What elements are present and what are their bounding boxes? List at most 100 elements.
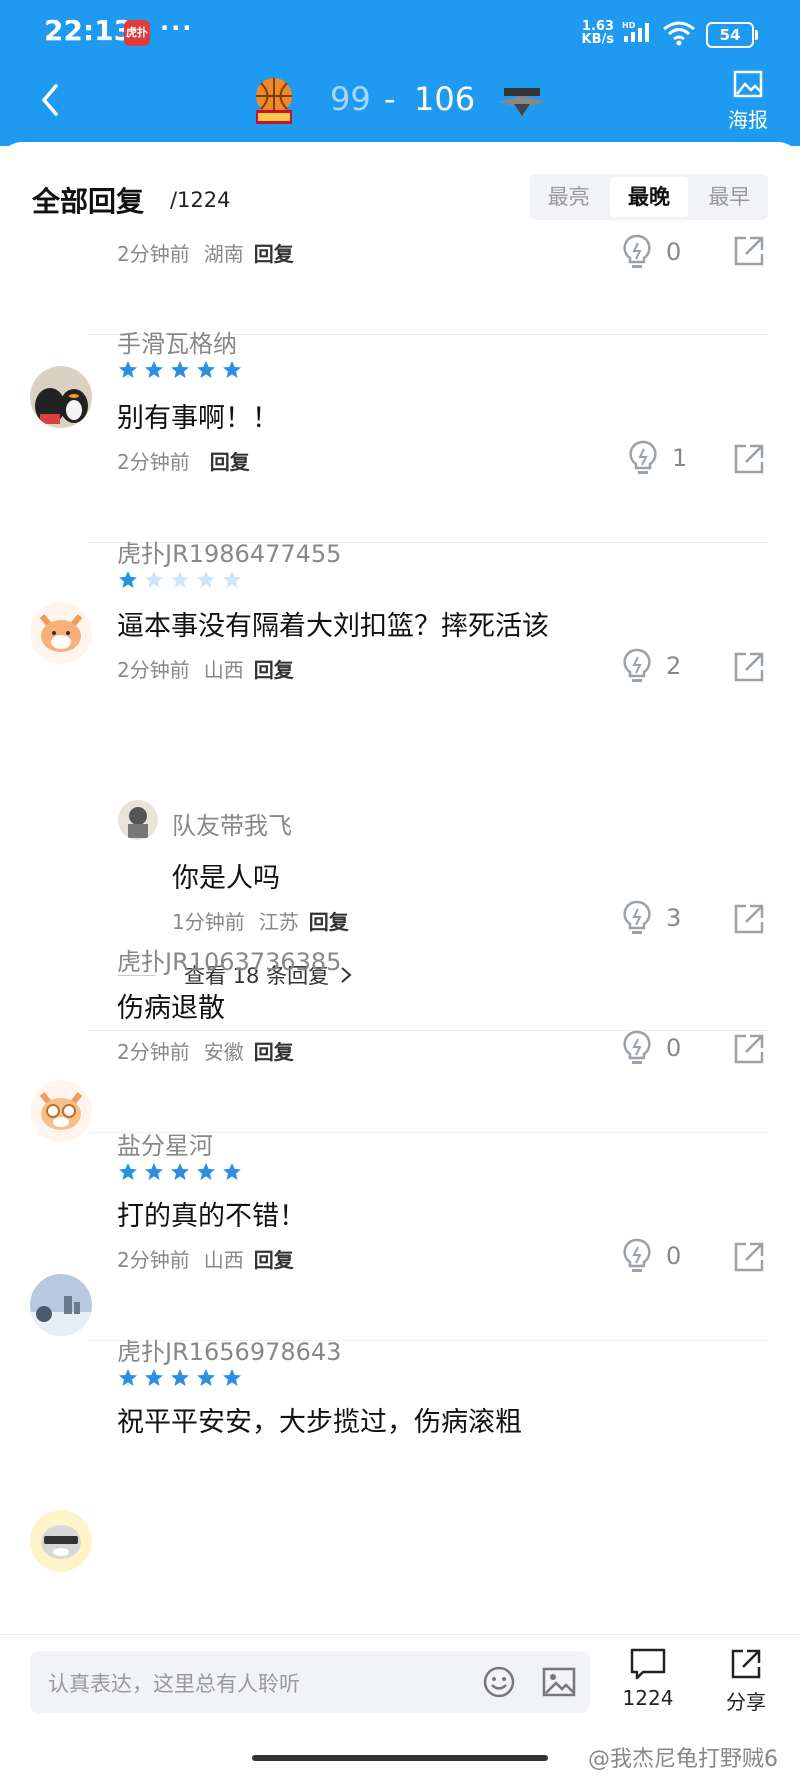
light-count: 0 (666, 1242, 682, 1270)
emoji-icon[interactable] (482, 1665, 516, 1699)
light-count: 1 (672, 444, 688, 472)
username[interactable]: 虎扑JR1656978643 (117, 1332, 341, 1367)
star-icon (145, 1369, 163, 1386)
comment-time: 2分钟前 (117, 242, 190, 266)
comment-meta: 2分钟前 山西 回复 (117, 654, 294, 683)
reply-button[interactable]: 回复 (254, 242, 294, 266)
comments-count-button[interactable]: 1224 (618, 1647, 678, 1710)
lightbulb-icon (623, 648, 651, 682)
tab-brightest[interactable]: 最亮 (530, 174, 607, 220)
avatar-fox-icon (30, 602, 92, 664)
share-icon (731, 1649, 761, 1679)
score-separator: - (384, 80, 396, 118)
light-count: 0 (666, 1034, 682, 1062)
battery-icon: 54 (706, 22, 758, 48)
star-icon (145, 1163, 163, 1180)
star-rating (118, 360, 242, 380)
comment-meta: 2分钟前 安徽 回复 (117, 1036, 294, 1065)
status-time: 22:13 (44, 14, 134, 47)
avatar[interactable] (30, 1510, 92, 1572)
reply-button[interactable]: 回复 (210, 450, 250, 474)
comment-text: 伤病退散 (117, 993, 225, 1024)
star-icon (145, 571, 163, 588)
poster-image-icon (733, 70, 763, 98)
light-button[interactable]: 0 (622, 1030, 681, 1066)
avatar[interactable] (30, 602, 92, 664)
avatar-glasses-fox-icon (30, 1080, 92, 1142)
star-icon (223, 1163, 241, 1180)
sub-reply-text: 你是人吗 (172, 863, 280, 894)
share-icon[interactable] (732, 902, 766, 936)
tab-latest[interactable]: 最晚 (610, 177, 688, 217)
comment-location: 山西 (203, 1248, 244, 1272)
comment-location: 湖南 (203, 242, 244, 266)
share-icon[interactable] (732, 650, 766, 684)
comment-time: 2分钟前 (117, 1248, 190, 1272)
share-icon[interactable] (732, 442, 766, 476)
back-arrow-icon[interactable] (36, 80, 66, 120)
network-speed: 1.63 KB/s (578, 20, 614, 46)
star-icon (119, 1369, 137, 1386)
tab-earliest[interactable]: 最早 (691, 174, 768, 220)
share-icon[interactable] (732, 234, 766, 268)
star-icon (197, 1163, 215, 1180)
reply-button[interactable]: 回复 (254, 1248, 294, 1272)
sub-reply-username[interactable]: 队友带我飞 (172, 806, 292, 841)
home-score: 99 (330, 80, 371, 118)
comments-count: 1224 (622, 1686, 674, 1710)
light-button[interactable]: 1 (628, 440, 687, 476)
username[interactable]: 盐分星河 (117, 1126, 213, 1161)
light-button[interactable]: 0 (622, 234, 681, 270)
signal-icon: HD (622, 21, 649, 42)
avatar-sketch-icon (118, 800, 158, 840)
home-indicator[interactable] (252, 1755, 548, 1761)
avatar[interactable] (30, 1274, 92, 1336)
avatar[interactable] (30, 366, 92, 428)
star-icon (197, 571, 215, 588)
share-icon[interactable] (732, 1032, 766, 1066)
light-count: 0 (666, 238, 682, 266)
comment-input[interactable]: 认真表达，这里总有人聆听 (30, 1651, 590, 1713)
username[interactable]: 手滑瓦格纳 (117, 324, 237, 359)
star-icon (197, 361, 215, 378)
reply-button[interactable]: 回复 (309, 910, 349, 934)
star-icon (223, 1369, 241, 1386)
star-icon (171, 571, 189, 588)
sub-reply-avatar[interactable] (118, 800, 158, 840)
away-score: 106 (414, 80, 476, 118)
top-bar: 22:13 虎扑 ··· 1.63 KB/s HD 54 99 - 106 海报 (0, 0, 800, 146)
share-label: 分享 (726, 1690, 766, 1714)
comment-text: 别有事啊！！ (117, 403, 279, 434)
image-icon[interactable] (542, 1667, 576, 1697)
avatar[interactable] (30, 1080, 92, 1142)
username[interactable]: 虎扑JR1063736385 (117, 942, 341, 977)
light-button[interactable]: 0 (622, 1238, 681, 1274)
reply-button[interactable]: 回复 (254, 658, 294, 682)
poster-label: 海报 (728, 108, 768, 132)
poster-button[interactable]: 海报 (718, 70, 778, 132)
share-button[interactable]: 分享 (716, 1647, 776, 1715)
light-button[interactable]: 2 (622, 648, 681, 684)
username[interactable]: 虎扑JR1986477455 (117, 534, 341, 569)
star-icon (119, 571, 137, 588)
bottom-bar: 认真表达，这里总有人聆听 1224 分享 @我杰尼龟打野贼6 (0, 1634, 800, 1779)
hupu-app-badge-icon: 虎扑 (124, 20, 150, 46)
star-icon (197, 1369, 215, 1386)
reply-button[interactable]: 回复 (254, 1040, 294, 1064)
light-button[interactable]: 3 (622, 900, 681, 936)
watermark: @我杰尼龟打野贼6 (588, 1747, 778, 1772)
wifi-icon (663, 21, 695, 46)
comment-location: 安徽 (203, 1040, 244, 1064)
share-icon[interactable] (732, 1240, 766, 1274)
star-icon (119, 361, 137, 378)
comment-meta: 2分钟前 湖南 回复 (117, 238, 294, 267)
comment-location: 山西 (203, 658, 244, 682)
star-icon (171, 1163, 189, 1180)
home-team-logo-icon (256, 78, 292, 124)
star-icon (145, 361, 163, 378)
sub-reply-meta: 1分钟前 江苏 回复 (172, 906, 349, 935)
comment-bubble-icon (630, 1648, 666, 1680)
star-icon (171, 361, 189, 378)
more-notifications-icon: ··· (160, 14, 194, 42)
star-icon (223, 361, 241, 378)
